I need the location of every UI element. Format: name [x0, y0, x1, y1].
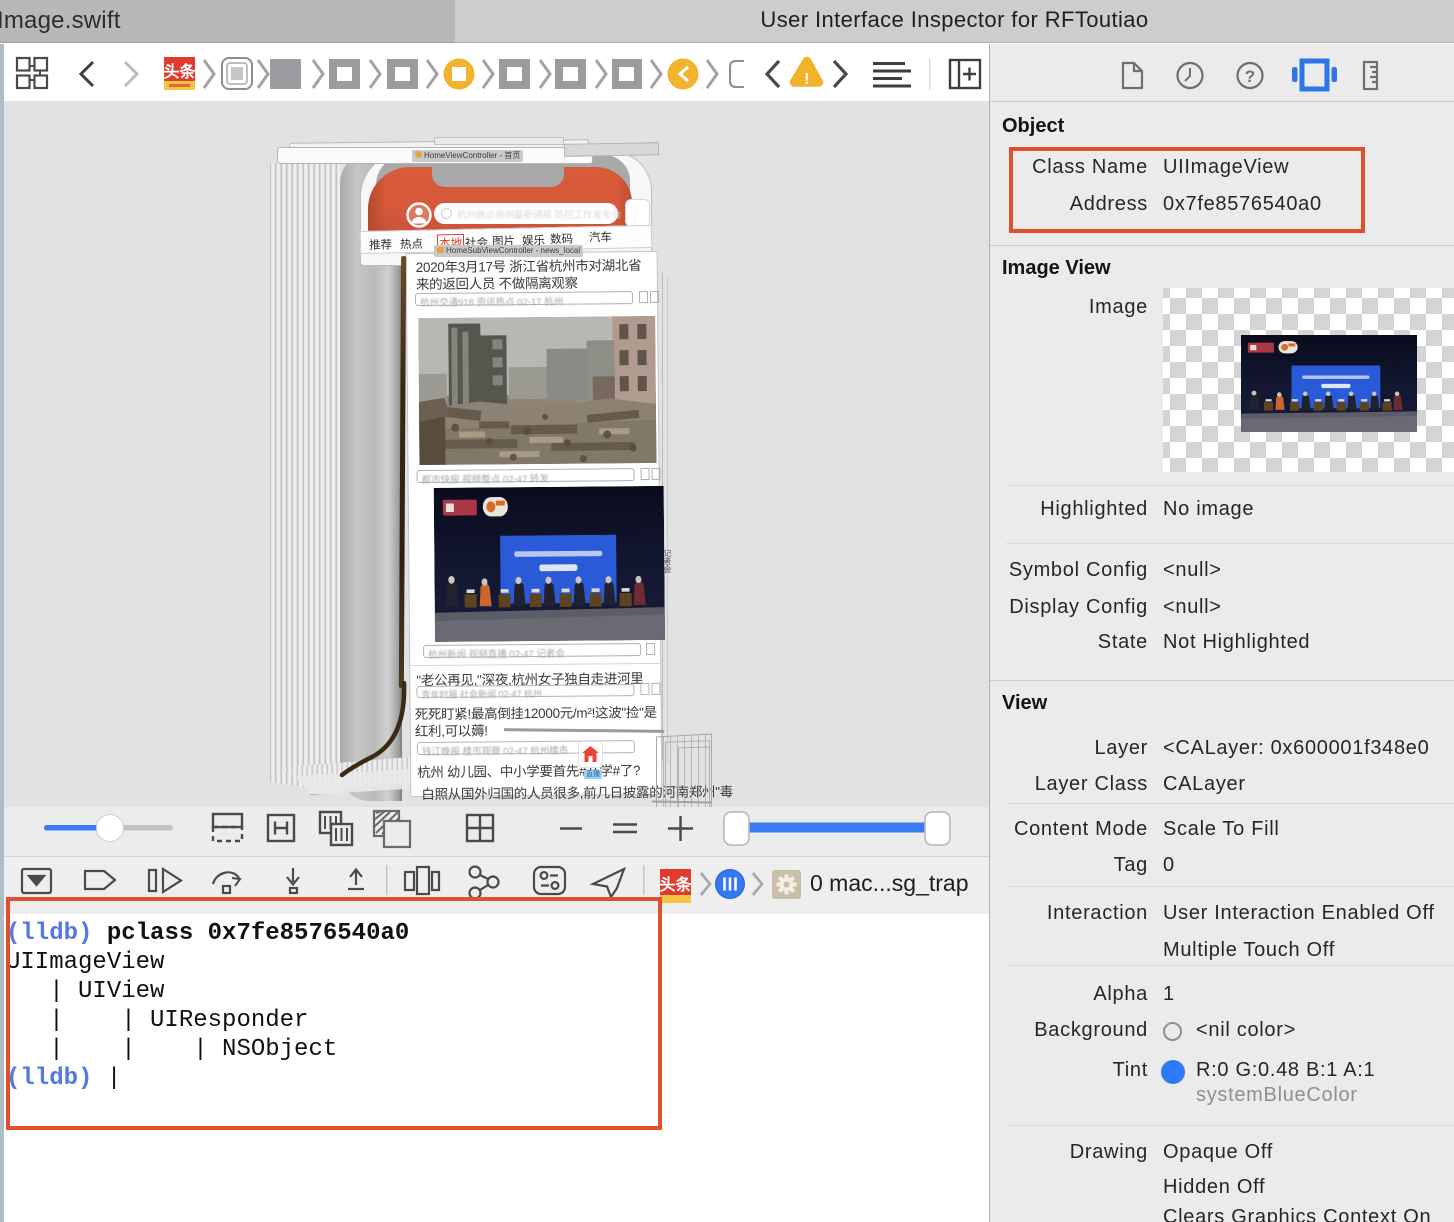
- svg-text:0 mac...sg_trap: 0 mac...sg_trap: [810, 870, 969, 896]
- svg-text:!: !: [804, 71, 809, 88]
- svg-text:?: ?: [1245, 67, 1255, 86]
- svg-text:头条: 头条: [659, 875, 692, 894]
- svg-text:头条: 头条: [163, 62, 196, 81]
